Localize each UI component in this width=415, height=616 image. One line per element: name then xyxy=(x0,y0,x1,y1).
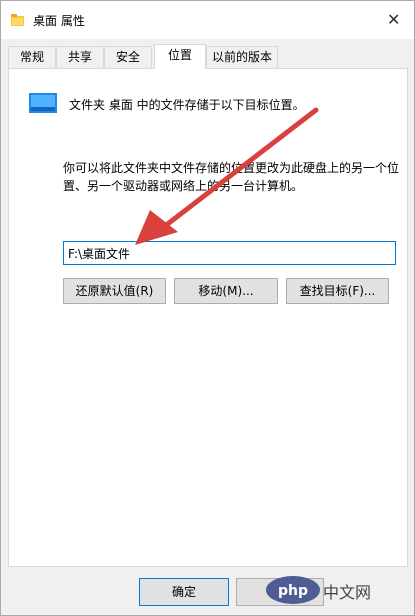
close-button[interactable]: ✕ xyxy=(378,7,408,33)
target-path-input[interactable] xyxy=(63,241,396,265)
properties-window: 桌面 属性 ✕ 常规 共享 安全 位置 以前的版本 文件夹 桌面 中的文件存储于… xyxy=(0,0,415,616)
folder-icon xyxy=(11,14,24,26)
ok-button[interactable]: 确定 xyxy=(139,578,229,606)
tab-strip: 常规 共享 安全 位置 以前的版本 xyxy=(8,44,408,69)
tab-general[interactable]: 常规 xyxy=(8,46,56,68)
svg-text:php: php xyxy=(278,583,308,599)
tab-previous-versions[interactable]: 以前的版本 xyxy=(206,46,278,68)
restore-default-button[interactable]: 还原默认值(R) xyxy=(63,278,166,304)
tab-security[interactable]: 安全 xyxy=(104,46,152,68)
location-panel: 文件夹 桌面 中的文件存储于以下目标位置。 你可以将此文件夹中文件存储的位置更改… xyxy=(8,68,408,567)
close-icon: ✕ xyxy=(387,10,401,29)
find-target-button[interactable]: 查找目标(F)... xyxy=(286,278,389,304)
move-button[interactable]: 移动(M)... xyxy=(174,278,278,304)
desktop-folder-icon xyxy=(29,93,57,113)
tab-sharing[interactable]: 共享 xyxy=(56,46,104,68)
location-help-text: 你可以将此文件夹中文件存储的位置更改为此硬盘上的另一个位置、另一个驱动器或网络上… xyxy=(63,161,400,193)
watermark: php 中文网 xyxy=(263,570,411,610)
php-logo-icon: php xyxy=(266,576,320,604)
window-title: 桌面 属性 xyxy=(33,14,85,28)
watermark-label: 中文网 xyxy=(323,583,372,602)
title-bar: 桌面 属性 ✕ xyxy=(1,1,414,39)
tab-location[interactable]: 位置 xyxy=(154,44,206,69)
location-description: 文件夹 桌面 中的文件存储于以下目标位置。 xyxy=(69,98,305,112)
